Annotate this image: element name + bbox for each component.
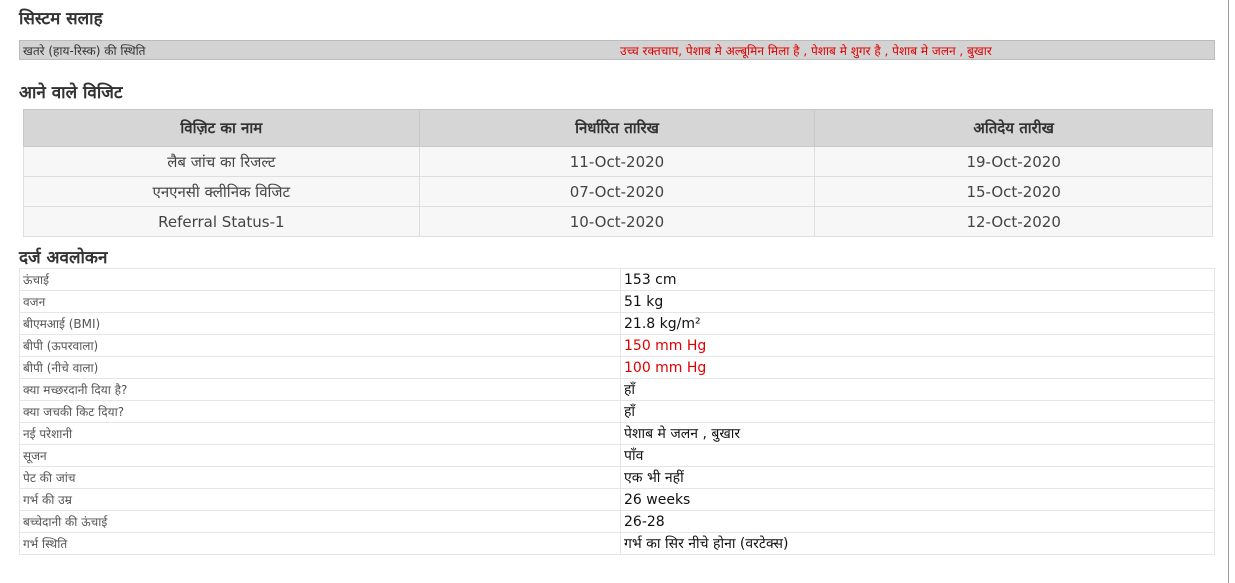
column-header-visit-name: विज़िट का नाम xyxy=(23,109,420,147)
observation-value: पाँव xyxy=(620,444,1215,467)
table-row: Referral Status-1 10-Oct-2020 12-Oct-202… xyxy=(23,206,1213,237)
upcoming-visits-title: आने वाले विजिट xyxy=(19,83,123,103)
observation-label: नई परेशानी xyxy=(19,422,621,445)
observation-value: गर्भ का सिर नीचे होना (वरटेक्स) xyxy=(620,532,1215,555)
observation-label: सूजन xyxy=(19,444,621,467)
upcoming-visits-table: विज़िट का नाम निर्धारित तारिख अतिदेय तार… xyxy=(23,109,1213,237)
observation-row: वजन 51 kg xyxy=(19,290,1215,313)
table-row: लैब जांच का रिजल्ट 11-Oct-2020 19-Oct-20… xyxy=(23,146,1213,177)
observation-label: बच्चेदानी की ऊंचाई xyxy=(19,510,621,533)
observation-label: बीएमआई (BMI) xyxy=(19,312,621,335)
observation-row: क्या मच्छरदानी दिया है? हाँ xyxy=(19,378,1215,401)
observation-value: 26 weeks xyxy=(620,488,1215,511)
observation-label: पेट की जांच xyxy=(19,466,621,489)
visit-name-cell: एनएनसी क्लीनिक विजिट xyxy=(23,176,420,207)
observations-table: ऊंचाई 153 cm वजन 51 kg बीएमआई (BMI) 21.8 kg/m… xyxy=(19,268,1215,555)
risk-status-bar: खतरे (हाय-रिस्क) की स्थिति उच्च रक्तचाप,… xyxy=(19,40,1215,60)
observation-label: क्या जचकी किट दिया? xyxy=(19,400,621,423)
table-header-row: विज़िट का नाम निर्धारित तारिख अतिदेय तार… xyxy=(23,109,1213,147)
overdue-date-cell: 19-Oct-2020 xyxy=(814,146,1213,177)
scheduled-date-cell: 10-Oct-2020 xyxy=(418,206,816,237)
observation-row: बीएमआई (BMI) 21.8 kg/m² xyxy=(19,312,1215,335)
observation-label: गर्भ स्थिति xyxy=(19,532,621,555)
system-advice-title: सिस्टम सलाह xyxy=(19,9,103,29)
observation-value: 150 mm Hg xyxy=(620,334,1215,357)
observation-value: 100 mm Hg xyxy=(620,356,1215,379)
visit-name-cell: Referral Status-1 xyxy=(23,206,420,237)
page-right-border xyxy=(1228,0,1229,583)
observation-row: नई परेशानी पेशाब मे जलन , बुखार xyxy=(19,422,1215,445)
overdue-date-cell: 12-Oct-2020 xyxy=(814,206,1213,237)
visit-name-cell: लैब जांच का रिजल्ट xyxy=(23,146,420,177)
observation-label: वजन xyxy=(19,290,621,313)
observation-label: बीपी (ऊपरवाला) xyxy=(19,334,621,357)
observation-row: गर्भ की उम्र 26 weeks xyxy=(19,488,1215,511)
risk-status-value: उच्च रक्तचाप, पेशाब मे अल्बूमिन मिला है … xyxy=(620,43,992,58)
column-header-overdue-date: अतिदेय तारीख xyxy=(814,109,1213,147)
observation-value: 21.8 kg/m² xyxy=(620,312,1215,335)
observation-value: हाँ xyxy=(620,378,1215,401)
observation-label: बीपी (नीचे वाला) xyxy=(19,356,621,379)
observation-label: गर्भ की उम्र xyxy=(19,488,621,511)
scheduled-date-cell: 11-Oct-2020 xyxy=(418,146,816,177)
scheduled-date-cell: 07-Oct-2020 xyxy=(418,176,816,207)
observation-row: गर्भ स्थिति गर्भ का सिर नीचे होना (वरटेक्… xyxy=(19,532,1215,555)
observation-value: 51 kg xyxy=(620,290,1215,313)
observation-row: बीपी (ऊपरवाला) 150 mm Hg xyxy=(19,334,1215,357)
observation-value: हाँ xyxy=(620,400,1215,423)
risk-status-label: खतरे (हाय-रिस्क) की स्थिति xyxy=(23,43,146,58)
observation-row: सूजन पाँव xyxy=(19,444,1215,467)
observation-row: बच्चेदानी की ऊंचाई 26-28 xyxy=(19,510,1215,533)
column-header-scheduled-date: निर्धारित तारिख xyxy=(418,109,816,147)
observation-value: 26-28 xyxy=(620,510,1215,533)
observation-row: क्या जचकी किट दिया? हाँ xyxy=(19,400,1215,423)
observation-label: ऊंचाई xyxy=(19,268,621,291)
observation-value: 153 cm xyxy=(620,268,1215,291)
observation-row: पेट की जांच एक भी नहीं xyxy=(19,466,1215,489)
observation-value: पेशाब मे जलन , बुखार xyxy=(620,422,1215,445)
observation-row: बीपी (नीचे वाला) 100 mm Hg xyxy=(19,356,1215,379)
overdue-date-cell: 15-Oct-2020 xyxy=(814,176,1213,207)
observation-row: ऊंचाई 153 cm xyxy=(19,268,1215,291)
observation-label: क्या मच्छरदानी दिया है? xyxy=(19,378,621,401)
observation-value: एक भी नहीं xyxy=(620,466,1215,489)
table-row: एनएनसी क्लीनिक विजिट 07-Oct-2020 15-Oct-… xyxy=(23,176,1213,207)
recorded-observations-title: दर्ज अवलोकन xyxy=(19,248,108,268)
